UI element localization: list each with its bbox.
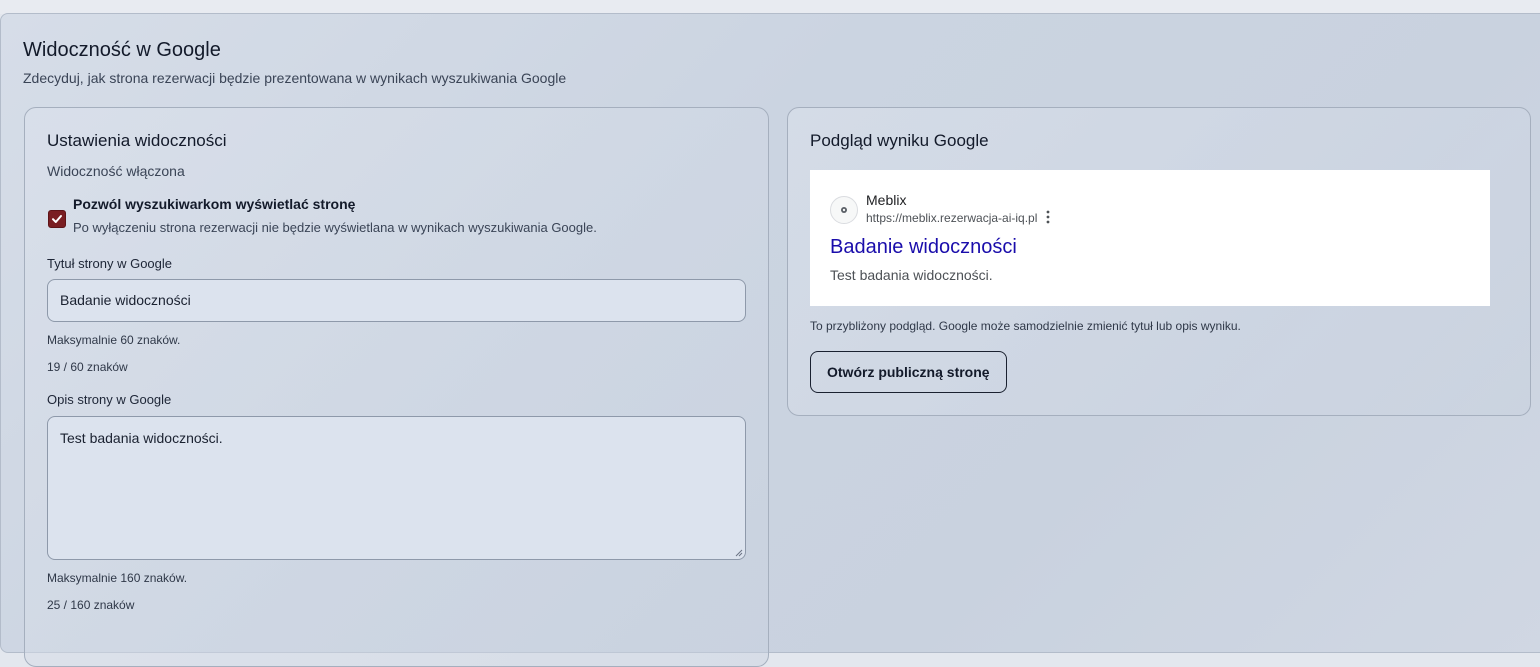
page-top-bar [0, 0, 1540, 14]
page-title-input[interactable]: Badanie widoczności [47, 279, 746, 322]
site-favicon-icon [830, 196, 858, 224]
page-title: Widoczność w Google [23, 39, 221, 61]
allow-indexing-label[interactable]: Pozwól wyszukiwarkom wyświetlać stronę [73, 196, 355, 212]
page-description-textarea[interactable]: Test badania widoczności. [47, 416, 746, 560]
page-description-counter: 25 / 160 znaków [47, 598, 135, 612]
google-visibility-panel: Widoczność w Google Zdecyduj, jak strona… [0, 13, 1540, 667]
more-options-icon[interactable] [1043, 209, 1053, 225]
allow-indexing-help: Po wyłączeniu strona rezerwacji nie będz… [73, 220, 597, 235]
page-description-max-hint: Maksymalnie 160 znaków. [47, 571, 188, 585]
preview-card-title: Podgląd wyniku Google [810, 131, 989, 150]
page-subtitle: Zdecyduj, jak strona rezerwacji będzie p… [23, 70, 567, 86]
page-title-label: Tytuł strony w Google [47, 256, 172, 271]
google-preview-card: Podgląd wyniku Google Meblix https://meb… [787, 107, 1531, 416]
open-public-page-button[interactable]: Otwórz publiczną stronę [810, 351, 1007, 393]
visibility-settings-card: Ustawienia widoczności Widoczność włączo… [24, 107, 769, 667]
result-title-link[interactable]: Badanie widoczności [830, 236, 1017, 259]
settings-card-title: Ustawienia widoczności [47, 131, 227, 150]
result-url: https://meblix.rezerwacja-ai-iq.pl [866, 211, 1038, 225]
result-site-name: Meblix [866, 192, 907, 208]
checkmark-icon [52, 215, 62, 223]
resize-grip-icon[interactable] [735, 549, 743, 557]
google-result-preview: Meblix https://meblix.rezerwacja-ai-iq.p… [810, 170, 1490, 306]
visibility-status: Widoczność włączona [47, 163, 185, 179]
preview-note: To przybliżony podgląd. Google może samo… [810, 319, 1241, 333]
page-title-counter: 19 / 60 znaków [47, 360, 128, 374]
page-title-max-hint: Maksymalnie 60 znaków. [47, 333, 181, 347]
page-description-value: Test badania widoczności. [60, 430, 223, 446]
allow-indexing-checkbox[interactable] [48, 210, 66, 228]
page-description-label: Opis strony w Google [47, 392, 172, 407]
result-description: Test badania widoczności. [830, 267, 993, 283]
